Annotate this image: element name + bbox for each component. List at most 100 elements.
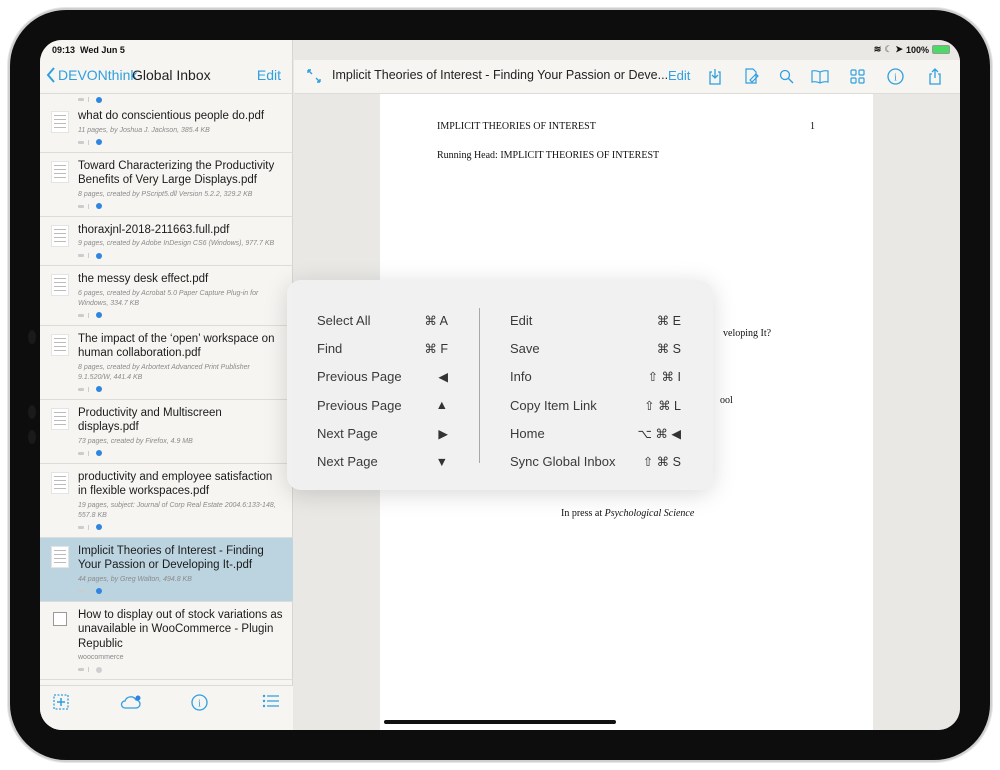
item-title: The impact of the ‘open’ workspace on hu…	[78, 332, 275, 360]
battery-icon	[932, 45, 950, 54]
list-item[interactable]: productivity and employee satisfaction i…	[40, 464, 293, 538]
item-meta: 11 pages, by Joshua J. Jackson, 385.4 KB	[78, 126, 210, 134]
page-number: 1	[810, 121, 815, 132]
search-icon[interactable]	[775, 65, 797, 87]
item-status	[78, 450, 283, 457]
pdf-thumbnail-icon	[51, 545, 69, 568]
hardware-button	[28, 330, 36, 344]
flag-icon	[88, 524, 92, 530]
unread-dot-icon	[96, 312, 102, 318]
press-note: In press at Psychological Science	[561, 508, 695, 519]
item-meta: woocommerce	[78, 654, 124, 661]
item-status	[78, 524, 283, 531]
expand-icon[interactable]	[306, 68, 322, 84]
shortcut-key: ⌘ A	[424, 313, 448, 328]
item-status	[78, 386, 283, 393]
affiliation-fragment: ool	[720, 395, 733, 406]
shortcut-row: Find ⌘ F	[317, 334, 448, 362]
column-divider	[479, 308, 480, 463]
viewer-edit-button[interactable]: Edit	[668, 68, 690, 83]
unread-dot-icon	[96, 252, 102, 259]
shortcut-key: ◀	[438, 370, 448, 385]
shortcut-label: Save	[510, 340, 540, 356]
home-indicator[interactable]	[384, 720, 616, 724]
book-icon[interactable]	[809, 65, 831, 87]
battery-percent: 100%	[905, 44, 929, 55]
list-item[interactable]: How to display out of stock variations a…	[40, 602, 293, 680]
flag-icon	[88, 667, 92, 672]
sidebar-nav-bar: DEVONthink Global Inbox Edit	[40, 60, 293, 94]
shortcut-row: Previous Page ▲	[317, 391, 448, 419]
list-item[interactable]: The impact of the ‘open’ workspace on hu…	[40, 326, 293, 400]
flag-icon	[88, 203, 92, 209]
hardware-button	[28, 430, 36, 444]
shortcut-key: ▼	[435, 454, 448, 469]
item-meta: 8 pages, created by Arbortext Advanced P…	[78, 363, 250, 381]
moon-icon: ☾	[884, 44, 893, 54]
pdf-thumbnail-icon	[51, 224, 69, 247]
item-status	[78, 139, 283, 146]
shortcut-row: Sync Global Inbox ⇧ ⌘ S	[510, 447, 681, 475]
shortcut-row: Copy Item Link ⇧ ⌘ L	[510, 391, 681, 419]
list-item[interactable]: Implicit Theories of Interest - Finding …	[40, 537, 293, 602]
unread-dot-icon	[96, 666, 102, 673]
sidebar-edit-button[interactable]: Edit	[257, 67, 281, 83]
share-icon[interactable]	[924, 65, 946, 87]
hardware-button	[28, 405, 36, 419]
shortcut-row: Select All ⌘ A	[317, 306, 448, 334]
document-list[interactable]: what do conscientious people do.pdf 11 pa…	[40, 95, 293, 685]
unread-dot-icon	[96, 450, 102, 456]
list-item[interactable]: Toward Characterizing the Productivity B…	[40, 153, 293, 217]
pdf-thumbnail-icon	[51, 111, 69, 133]
tag-icon	[78, 387, 84, 391]
web-page-icon	[53, 611, 67, 626]
shortcut-label: Select All	[317, 312, 371, 328]
info-icon[interactable]: i	[884, 65, 906, 87]
unread-dot-icon	[96, 139, 102, 145]
location-icon: ➤	[895, 44, 903, 54]
shortcut-label: Copy Item Link	[510, 397, 597, 413]
back-button[interactable]: DEVONthink	[46, 67, 137, 83]
shortcut-row: Previous Page ◀	[317, 363, 448, 391]
shortcut-label: Sync Global Inbox	[510, 454, 616, 470]
list-item[interactable]: what do conscientious people do.pdf 11 pa…	[40, 103, 293, 153]
item-meta: 6 pages, created by Acrobat 5.0 Paper Ca…	[78, 289, 259, 307]
status-time: 09:13 Wed Jun 5	[52, 45, 125, 55]
flag-icon	[88, 588, 92, 594]
list-item-status-partial	[40, 95, 293, 103]
back-label: DEVONthink	[58, 67, 138, 83]
cloud-sync-icon[interactable]	[120, 694, 142, 715]
item-title: thoraxjnl-2018-211663.full.pdf	[78, 223, 230, 236]
shortcut-key: ⇧ ⌘ I	[647, 370, 681, 385]
item-meta: 44 pages, by Greg Walton, 494.8 KB	[78, 575, 192, 583]
shortcut-label: Previous Page	[317, 369, 402, 385]
add-icon[interactable]	[53, 694, 69, 715]
list-item[interactable]: the messy desk effect.pdf 6 pages, create…	[40, 266, 293, 326]
list-item[interactable]: thoraxjnl-2018-211663.full.pdf 9 pages, c…	[40, 217, 293, 266]
list-item[interactable]: Productivity and Multiscreen displays.pd…	[40, 400, 293, 464]
document-title: Implicit Theories of Interest - Finding …	[332, 68, 669, 82]
tag-icon	[78, 313, 84, 317]
shortcut-key: ▶	[438, 426, 448, 441]
svg-text:i: i	[198, 699, 201, 710]
item-status	[78, 203, 283, 210]
shortcut-label: Previous Page	[317, 397, 402, 413]
pdf-thumbnail-icon	[51, 407, 69, 430]
tag-icon	[78, 140, 84, 144]
shortcut-row: Home ⌥ ⌘ ◀	[510, 419, 681, 447]
annotate-icon[interactable]	[740, 65, 762, 87]
item-title: Toward Characterizing the Productivity B…	[78, 159, 275, 187]
info-icon[interactable]: i	[191, 694, 208, 716]
item-status	[78, 312, 283, 319]
status-bar: 09:13 Wed Jun 5 ≋ ☾ ➤ 100%	[40, 40, 960, 60]
grid-icon[interactable]	[846, 65, 868, 87]
download-icon[interactable]	[704, 65, 726, 87]
shortcut-row: Edit ⌘ E	[510, 306, 681, 334]
item-title: the messy desk effect.pdf	[78, 273, 209, 285]
list-icon[interactable]	[262, 694, 280, 713]
shortcut-label: Next Page	[317, 425, 378, 441]
item-meta: 73 pages, created by Firefox, 4.9 MB	[78, 437, 193, 445]
item-title: Implicit Theories of Interest - Finding …	[78, 544, 264, 572]
unread-dot-icon	[96, 524, 102, 530]
item-status	[78, 666, 283, 673]
